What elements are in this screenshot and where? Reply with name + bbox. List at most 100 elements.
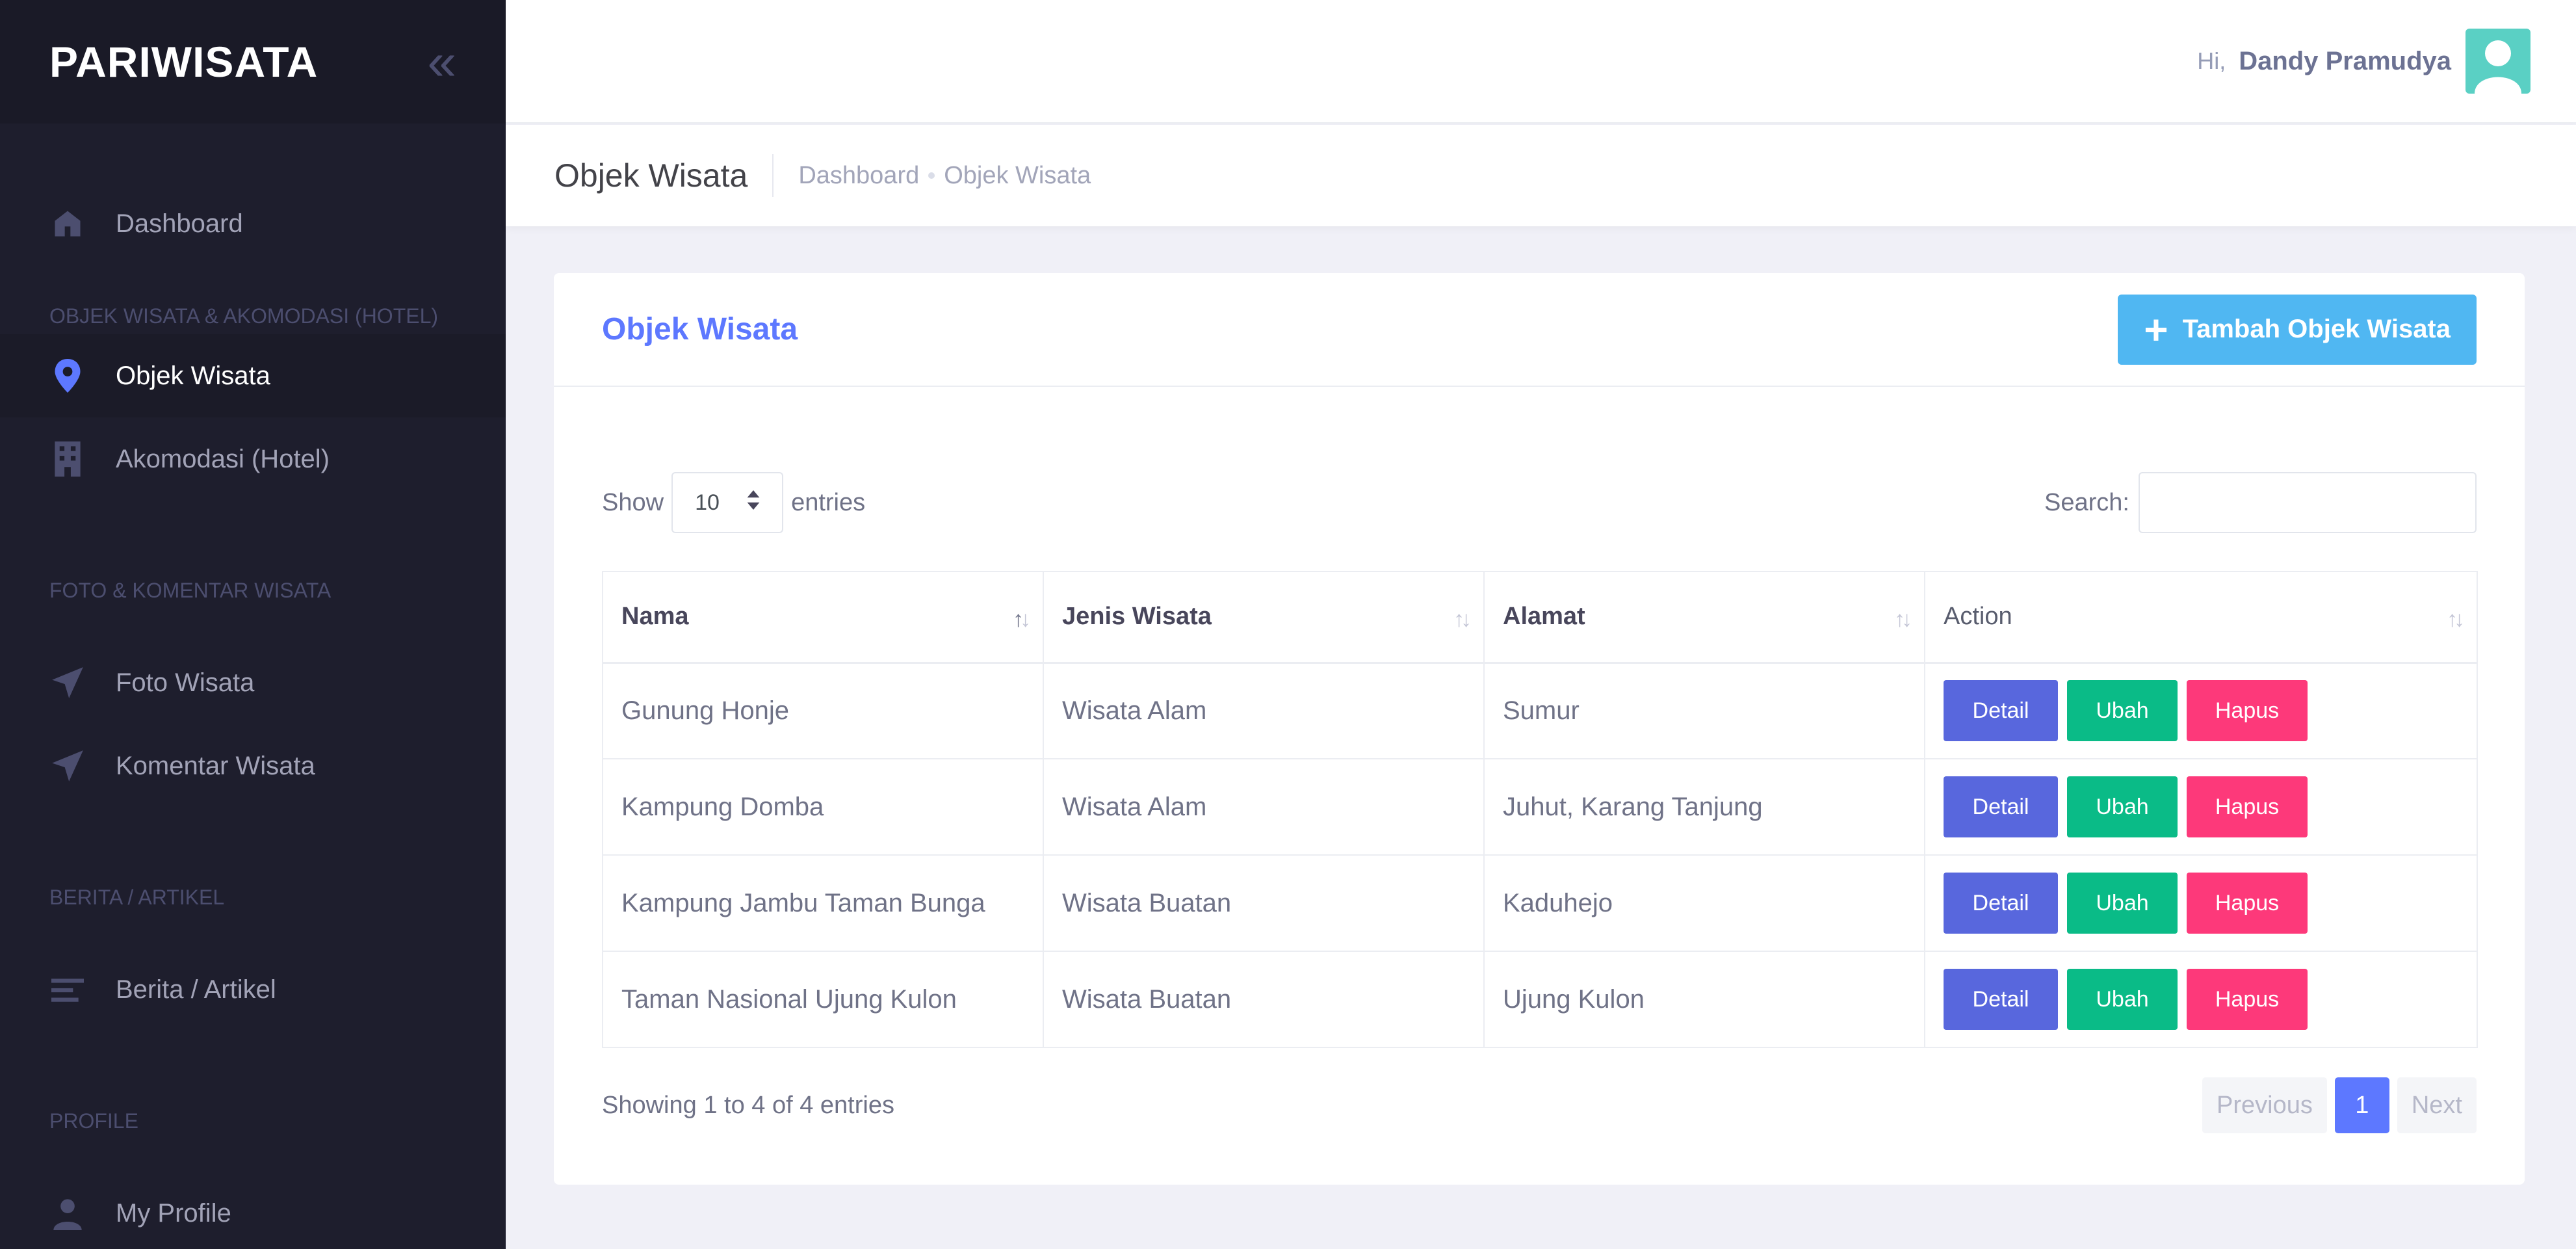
cell-nama: Taman Nasional Ujung Kulon [602,951,1044,1048]
show-label: Show [602,488,664,516]
double-chevron-left-icon[interactable]: « [428,36,457,88]
breadcrumb: Dashboard Objek Wisata [798,162,1091,190]
sidebar-item-objek-wisata[interactable]: Objek Wisata [0,334,506,417]
sidebar-item-label: Komentar Wisata [116,751,315,780]
sidebar-item-label: My Profile [116,1198,231,1228]
text-lines-icon [49,971,86,1008]
cell-jenis-wisata: Wisata Buatan [1043,951,1485,1048]
hapus-button[interactable]: Hapus [2187,873,2308,934]
sidebar: PARIWISATA « Dashboard OBJEK WISATA & AK… [0,0,506,1249]
sort-icon: ↑↓ [2447,607,2465,632]
greeting: Hi, [2197,47,2226,74]
search-input[interactable] [2139,472,2477,533]
next-page-button[interactable]: Next [2397,1077,2477,1133]
table-row: Kampung Jambu Taman Bunga Wisata Buatan … [602,854,2478,952]
cell-action: Detail Ubah Hapus [1924,758,2478,856]
breadcrumb-separator [928,172,935,179]
hapus-button[interactable]: Hapus [2187,969,2308,1030]
cell-alamat: Ujung Kulon [1483,951,1925,1048]
hapus-button[interactable]: Hapus [2187,776,2308,837]
page-length-value: 10 [695,490,720,515]
cell-jenis-wisata: Wisata Alam [1043,758,1485,856]
building-icon [49,441,86,477]
ubah-button[interactable]: Ubah [2067,969,2178,1030]
length-control: Show 10 entries [602,472,865,533]
cell-alamat: Juhut, Karang Tanjung [1483,758,1925,856]
ubah-button[interactable]: Ubah [2067,680,2178,742]
add-button-label: Tambah Objek Wisata [2182,315,2451,343]
card-title: Objek Wisata [602,312,798,347]
sort-caret-icon [747,490,760,516]
breadcrumb-item-objek-wisata[interactable]: Objek Wisata [944,162,1091,190]
search-label: Search: [2044,488,2129,516]
section-heading-foto: FOTO & KOMENTAR WISATA [49,579,332,602]
sidebar-item-label: Dashboard [116,209,243,238]
ubah-button[interactable]: Ubah [2067,873,2178,934]
add-objek-wisata-button[interactable]: + Tambah Objek Wisata [2118,294,2477,365]
objek-wisata-table: Nama ↑↓ Jenis Wisata ↑↓ Alamat ↑↓ Action… [602,571,2478,1048]
sidebar-item-my-profile[interactable]: My Profile [0,1172,506,1249]
table-header-row: Nama ↑↓ Jenis Wisata ↑↓ Alamat ↑↓ Action… [602,571,2478,664]
cell-alamat: Kaduhejo [1483,854,1925,952]
page-title: Objek Wisata [554,154,774,197]
table-info: Showing 1 to 4 of 4 entries [602,1091,894,1119]
objek-wisata-card: Objek Wisata + Tambah Objek Wisata Show … [554,273,2525,1185]
brand-title: PARIWISATA [49,38,319,86]
column-header-jenis-wisata[interactable]: Jenis Wisata ↑↓ [1043,571,1485,664]
sidebar-item-foto-wisata[interactable]: Foto Wisata [0,641,506,724]
breadcrumb-item-dashboard[interactable]: Dashboard [798,162,919,190]
section-heading-berita: BERITA / ARTIKEL [49,886,225,909]
column-header-alamat[interactable]: Alamat ↑↓ [1483,571,1925,664]
sort-icon: ↑↓ [1894,607,1912,632]
page-1-button[interactable]: 1 [2334,1077,2389,1133]
card-header: Objek Wisata + Tambah Objek Wisata [554,273,2525,387]
entries-label: entries [791,488,866,516]
user-name[interactable]: Dandy Pramudya [2239,47,2451,76]
sort-asc-icon: ↑↓ [1013,607,1031,632]
pagination: Previous 1 Next [2202,1077,2477,1133]
column-header-nama[interactable]: Nama ↑↓ [602,571,1044,664]
table-row: Gunung Honje Wisata Alam Sumur Detail Ub… [602,662,2478,759]
map-pin-icon [49,358,86,394]
send-icon [49,664,86,701]
sidebar-item-label: Akomodasi (Hotel) [116,444,330,473]
sidebar-item-label: Foto Wisata [116,668,255,697]
sidebar-item-akomodasi[interactable]: Akomodasi (Hotel) [0,417,506,501]
detail-button[interactable]: Detail [1944,680,2058,742]
cell-jenis-wisata: Wisata Alam [1043,662,1485,759]
sort-icon: ↑↓ [1453,607,1472,632]
column-header-action[interactable]: Action ↑↓ [1924,571,2478,664]
table-row: Kampung Domba Wisata Alam Juhut, Karang … [602,758,2478,856]
subheader: Objek Wisata Dashboard Objek Wisata [506,125,2576,226]
hapus-button[interactable]: Hapus [2187,680,2308,742]
detail-button[interactable]: Detail [1944,776,2058,837]
section-heading-objek: OBJEK WISATA & AKOMODASI (HOTEL) [49,304,439,328]
sidebar-item-komentar-wisata[interactable]: Komentar Wisata [0,724,506,808]
brand-bar: PARIWISATA « [0,0,506,124]
detail-button[interactable]: Detail [1944,969,2058,1030]
detail-button[interactable]: Detail [1944,873,2058,934]
cell-nama: Kampung Jambu Taman Bunga [602,854,1044,952]
home-icon [49,205,86,242]
section-heading-profile: PROFILE [49,1109,138,1133]
ubah-button[interactable]: Ubah [2067,776,2178,837]
send-icon [49,748,86,784]
plus-icon: + [2144,306,2168,353]
sidebar-item-label: Berita / Artikel [116,975,276,1004]
table-controls: Show 10 entries Search: [602,471,2477,534]
cell-nama: Gunung Honje [602,662,1044,759]
cell-action: Detail Ubah Hapus [1924,951,2478,1048]
previous-page-button[interactable]: Previous [2202,1077,2327,1133]
table-footer: Showing 1 to 4 of 4 entries Previous 1 N… [602,1076,2477,1135]
cell-action: Detail Ubah Hapus [1924,662,2478,759]
avatar[interactable] [2465,29,2530,94]
cell-alamat: Sumur [1483,662,1925,759]
table-row: Taman Nasional Ujung Kulon Wisata Buatan… [602,951,2478,1048]
sidebar-item-label: Objek Wisata [116,361,270,390]
page-length-select[interactable]: 10 [671,472,784,533]
cell-action: Detail Ubah Hapus [1924,854,2478,952]
user-icon [49,1195,86,1231]
cell-nama: Kampung Domba [602,758,1044,856]
sidebar-item-dashboard[interactable]: Dashboard [0,182,506,265]
sidebar-item-berita[interactable]: Berita / Artikel [0,948,506,1031]
